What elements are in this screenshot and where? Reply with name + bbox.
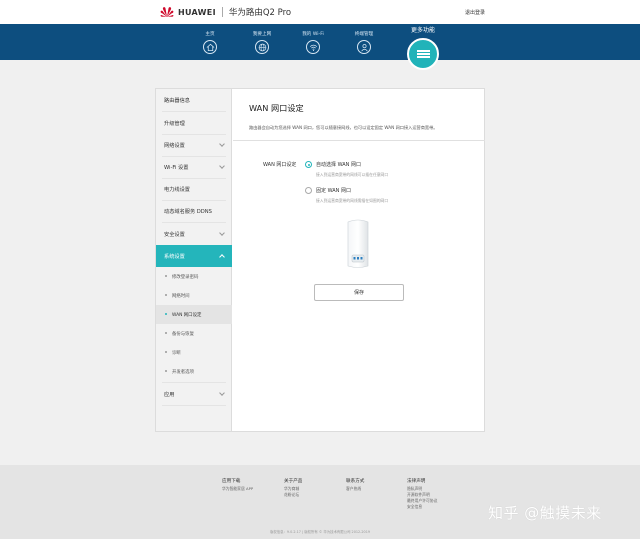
sidebar-subitem-label: 修改登录密码	[172, 274, 199, 280]
nav-item-more[interactable]: 更多功能	[401, 27, 445, 70]
sidebar-subitem-wan-port[interactable]: WAN 网口设定	[156, 305, 232, 324]
globe-icon	[255, 40, 269, 54]
sidebar-item-router-info[interactable]: 路由器信息	[156, 89, 232, 111]
sidebar-item-label: 安全设置	[164, 231, 185, 238]
sidebar-item-upgrade[interactable]: 升级管理	[156, 112, 232, 134]
sidebar-item-system[interactable]: 系统设置	[156, 245, 232, 267]
wan-port-field-label: WAN 网口设定	[263, 162, 297, 168]
brand: HUAWEI 华为路由Q2 Pro	[160, 6, 291, 18]
sidebar-item-label: 应用	[164, 391, 175, 398]
sidebar-item-label: Wi-Fi 设置	[164, 164, 189, 171]
nav-item-home[interactable]: 主页	[188, 32, 232, 54]
router-image	[345, 219, 371, 269]
sidebar-item-wifi[interactable]: Wi-Fi 设置	[156, 156, 232, 178]
bullet-icon	[165, 332, 167, 334]
brand-divider	[221, 7, 223, 17]
page-title: WAN 网口设定	[249, 103, 304, 113]
sidebar-item-apps[interactable]: 应用	[156, 383, 232, 405]
user-icon	[357, 40, 371, 54]
sidebar-item-security[interactable]: 安全设置	[156, 223, 232, 245]
sidebar-subitem-password[interactable]: 修改登录密码	[156, 267, 232, 286]
sidebar-subitem-time[interactable]: 网络时间	[156, 286, 232, 305]
sidebar-subitem-label: WAN 网口设定	[172, 312, 202, 318]
footer-heading: 法律声明	[407, 479, 426, 484]
sidebar-subitem-label: 网络时间	[172, 293, 190, 299]
option-auto-label[interactable]: 自动选择 WAN 网口	[316, 161, 361, 168]
nav-item-label: 我要上网	[252, 32, 272, 37]
sidebar-item-label: 电力线设置	[164, 186, 190, 193]
sidebar-item-powerline[interactable]: 电力线设置	[156, 178, 232, 200]
page-description: 路由器会自动为您选择 WAN 网口，您可以随意接网线，也可以设定固定 WAN 网…	[249, 125, 438, 130]
footer-link[interactable]: 花粉论坛	[284, 492, 302, 498]
option-auto-hint: 接入到运营商宽带的网线可以插在任意网口	[316, 172, 389, 177]
sidebar-subitem-label: 开发者选项	[172, 369, 194, 375]
sidebar-item-label: 动态域名服务 DDNS	[164, 208, 212, 215]
bullet-icon	[165, 275, 167, 277]
bullet-icon	[165, 313, 167, 315]
divider	[162, 405, 226, 406]
sidebar-subitem-developer[interactable]: 开发者选项	[156, 362, 232, 381]
nav-item-devices[interactable]: 终端管理	[342, 32, 386, 54]
sidebar-item-network[interactable]: 网络设置	[156, 134, 232, 156]
radio-auto-wan[interactable]	[305, 161, 312, 168]
chevron-up-icon	[219, 254, 225, 260]
nav-item-label: 终端管理	[354, 32, 374, 37]
sidebar-subitem-label: 诊断	[172, 350, 181, 356]
menu-icon	[407, 38, 439, 70]
option-fixed-label[interactable]: 固定 WAN 网口	[316, 187, 351, 194]
copyright: 版权信息：9.0.2.17 | 版权所有 © 华为技术有限公司 2012-201…	[269, 530, 371, 534]
option-fixed-hint: 接入到运营商宽带的网线需插在如图的网口	[316, 198, 389, 203]
footer-col-product: 关于产品 华为商城 花粉论坛	[284, 478, 302, 498]
footer-col-contact: 联系方式 客户热线	[346, 478, 364, 492]
sidebar: 路由器信息 升级管理 网络设置 Wi-Fi 设置 电力线设置 动态域名服务 DD…	[156, 89, 232, 431]
main-nav: 主页 我要上网 我的 Wi-Fi 终端管理 更多功能	[0, 24, 640, 70]
home-icon	[203, 40, 217, 54]
sidebar-item-label: 路由器信息	[164, 97, 190, 104]
watermark: 知乎 @触摸未来	[488, 504, 602, 522]
nav-more-label: 更多功能	[410, 27, 435, 34]
logout-link[interactable]: 退出登录	[465, 9, 485, 16]
footer-heading: 应用下载	[222, 479, 241, 484]
wifi-icon	[306, 40, 320, 54]
chevron-down-icon	[219, 230, 225, 236]
chevron-down-icon	[219, 163, 225, 169]
settings-card: 路由器信息 升级管理 网络设置 Wi-Fi 设置 电力线设置 动态域名服务 DD…	[155, 88, 485, 432]
product-name: 华为路由Q2 Pro	[228, 8, 292, 18]
nav-item-label: 我的 Wi-Fi	[302, 32, 324, 37]
chevron-down-icon	[219, 390, 225, 396]
brand-name: HUAWEI	[178, 7, 216, 17]
footer-col-download: 应用下载 华为智能家居 APP	[222, 478, 253, 492]
nav-item-wifi[interactable]: 我的 Wi-Fi	[291, 32, 335, 54]
footer-link[interactable]: 华为智能家居 APP	[222, 486, 253, 492]
sidebar-subitem-diagnose[interactable]: 诊断	[156, 343, 232, 362]
footer-heading: 联系方式	[346, 479, 365, 484]
nav-item-internet[interactable]: 我要上网	[240, 32, 284, 54]
bullet-icon	[165, 351, 167, 353]
footer-col-legal: 法律声明 隐私声明 开源软件声明 最终用户许可协议 安全信息	[407, 478, 437, 510]
footer-link[interactable]: 客户热线	[346, 486, 364, 492]
sidebar-subitem-label: 备份与恢复	[172, 331, 194, 337]
sidebar-item-label: 系统设置	[164, 253, 185, 260]
bullet-icon	[165, 370, 167, 372]
sidebar-item-ddns[interactable]: 动态域名服务 DDNS	[156, 200, 232, 222]
content-panel: WAN 网口设定 路由器会自动为您选择 WAN 网口，您可以随意接网线，也可以设…	[233, 89, 485, 431]
nav-item-label: 主页	[205, 32, 215, 37]
save-button[interactable]: 保存	[314, 284, 404, 301]
sidebar-item-label: 网络设置	[164, 142, 185, 149]
sidebar-subitem-backup[interactable]: 备份与恢复	[156, 324, 232, 343]
footer-heading: 关于产品	[284, 479, 303, 484]
bullet-icon	[165, 294, 167, 296]
divider	[233, 140, 485, 141]
footer-link[interactable]: 安全信息	[407, 504, 437, 510]
radio-fixed-wan[interactable]	[305, 187, 312, 194]
chevron-down-icon	[219, 141, 225, 147]
huawei-logo-icon	[160, 6, 174, 18]
sidebar-item-label: 升级管理	[164, 120, 185, 127]
top-bar: HUAWEI 华为路由Q2 Pro 退出登录	[0, 0, 640, 24]
